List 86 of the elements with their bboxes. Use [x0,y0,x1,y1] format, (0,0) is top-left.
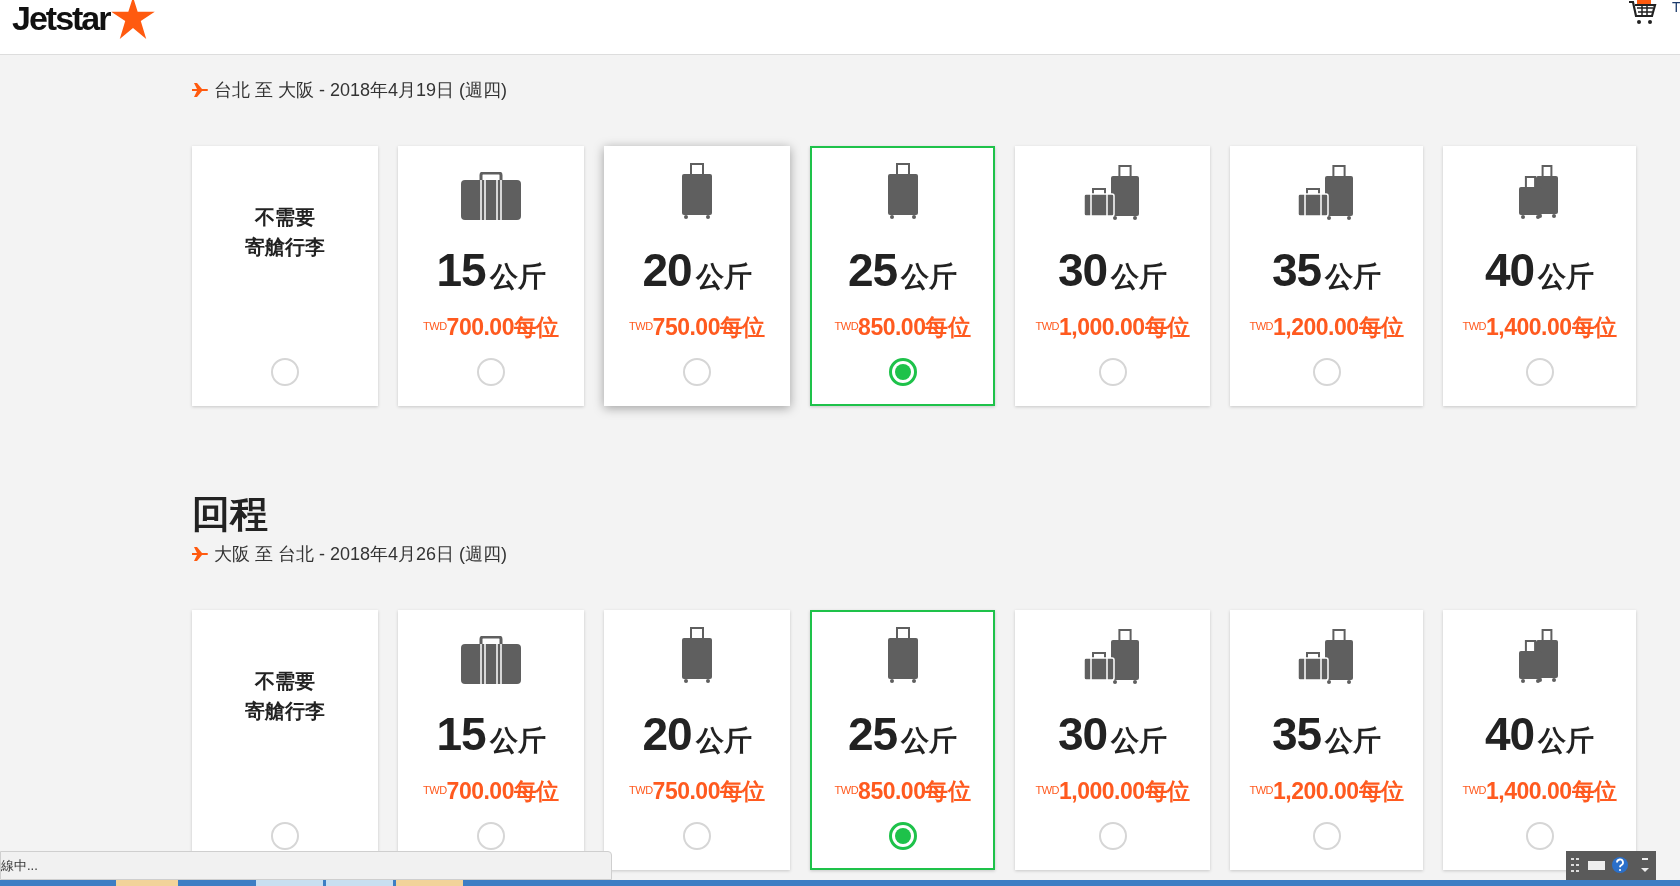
weight-value: 20 [642,708,692,760]
radio-button[interactable] [683,822,711,850]
radio-button[interactable] [683,358,711,386]
suitcase-icon [461,172,521,220]
baggage-option-card[interactable]: 20公斤 $^{TWD}$750.00每位 [604,610,790,870]
baggage-option-card[interactable]: 20公斤 $^{TWD}$750.00每位 [604,146,790,406]
radio-button[interactable] [1098,822,1127,850]
radio-button[interactable] [1312,822,1341,850]
weight-unit: 公斤 [1111,260,1168,294]
weight-value: 25 [847,708,898,760]
radio-button[interactable] [477,358,505,386]
weight-value: 40 [1484,244,1535,296]
cart-icon[interactable] [1628,0,1658,26]
baggage-option-card[interactable]: 25公斤 $^{TWD}$850.00每位 [810,146,995,406]
weight-unit: 公斤 [901,724,958,758]
status-text: 線中... [1,859,38,872]
price-text: $^{TWD}$1,200.00每位 [1249,777,1404,806]
price-text: $^{TWD}$1,200.00每位 [1249,313,1404,342]
weight-value: 40 [1484,708,1535,760]
weight-value: 15 [436,244,486,296]
star-icon [110,0,155,39]
weight-value: 20 [642,244,692,296]
weight-unit: 公斤 [489,724,546,758]
price-text: $^{TWD}$750.00每位 [629,777,765,806]
radio-button[interactable] [1525,822,1554,850]
weight-value: 30 [1057,244,1108,296]
weight-unit: 公斤 [901,260,958,294]
plane-icon [192,83,208,97]
no-baggage-label: 寄艙行李 [245,699,325,724]
luggage-pair-icon [1083,164,1142,220]
price-text: $^{TWD}$700.00每位 [423,313,559,342]
baggage-option-card[interactable]: 40公斤 $^{TWD}$1,400.00每位 [1443,610,1636,870]
weight-unit: 公斤 [1325,260,1382,294]
weight-value: 35 [1271,708,1322,760]
weight-unit: 公斤 [695,724,752,758]
weight-unit: 公斤 [1538,724,1595,758]
weight-unit: 公斤 [489,260,546,294]
price-text: $^{TWD}$1,400.00每位 [1462,777,1617,806]
weight-value: 30 [1057,708,1108,760]
price-text: $^{TWD}$1,400.00每位 [1462,313,1617,342]
route-text: 台北 至 大阪 - 2018年4月19日 (週四) [214,78,508,102]
baggage-option-card[interactable]: 35公斤 $^{TWD}$1,200.00每位 [1230,610,1423,870]
trolley-icon [886,626,919,684]
weight-value: 25 [847,244,898,296]
price-text: $^{TWD}$1,000.00每位 [1035,313,1190,342]
weight-unit: 公斤 [1111,724,1168,758]
weight-unit: 公斤 [1325,724,1382,758]
baggage-option-card[interactable]: 25公斤 $^{TWD}$850.00每位 [810,610,995,870]
price-text: $^{TWD}$1,000.00每位 [1035,777,1190,806]
trolley-icon [886,162,919,220]
trolley-icon [681,162,713,220]
plane-icon [192,547,208,561]
baggage-option-card[interactable]: 40公斤 $^{TWD}$1,400.00每位 [1443,146,1636,406]
weight-unit: 公斤 [1538,260,1595,294]
baggage-option-card[interactable]: 15公斤 $^{TWD}$700.00每位 [398,146,584,406]
no-baggage-label: 不需要 [255,205,315,230]
luggage-pair-icon [1297,628,1356,684]
radio-button[interactable] [888,358,917,386]
logo-text[interactable]: Jetstar [12,1,110,35]
baggage-option-card[interactable]: 不需要 寄艙行李 [192,146,378,406]
header-link[interactable]: T [1672,0,1680,14]
no-baggage-label: 不需要 [255,669,315,694]
suitcase-icon [461,636,521,684]
radio-button[interactable] [1098,358,1127,386]
weight-value: 15 [436,708,486,760]
trolley-icon [681,626,713,684]
price-text: $^{TWD}$850.00每位 [834,777,971,806]
no-baggage-label: 寄艙行李 [245,235,325,260]
baggage-option-card[interactable]: 30公斤 $^{TWD}$1,000.00每位 [1015,146,1210,406]
price-text: $^{TWD}$850.00每位 [834,313,971,342]
radio-button[interactable] [271,358,299,386]
price-text: $^{TWD}$750.00每位 [629,313,765,342]
luggage-pair-icon [1083,628,1142,684]
baggage-option-card[interactable]: 35公斤 $^{TWD}$1,200.00每位 [1230,146,1423,406]
weight-unit: 公斤 [695,260,752,294]
radio-button[interactable] [1525,358,1554,386]
section-heading: 回程 [192,492,268,536]
radio-button[interactable] [1312,358,1341,386]
luggage-pair-icon [1518,628,1561,684]
baggage-option-card[interactable]: 30公斤 $^{TWD}$1,000.00每位 [1015,610,1210,870]
luggage-pair-icon [1518,164,1561,220]
radio-button[interactable] [888,822,917,850]
weight-value: 35 [1271,244,1322,296]
route-text: 大阪 至 台北 - 2018年4月26日 (週四) [214,542,508,566]
luggage-pair-icon [1297,164,1356,220]
price-text: $^{TWD}$700.00每位 [423,777,559,806]
